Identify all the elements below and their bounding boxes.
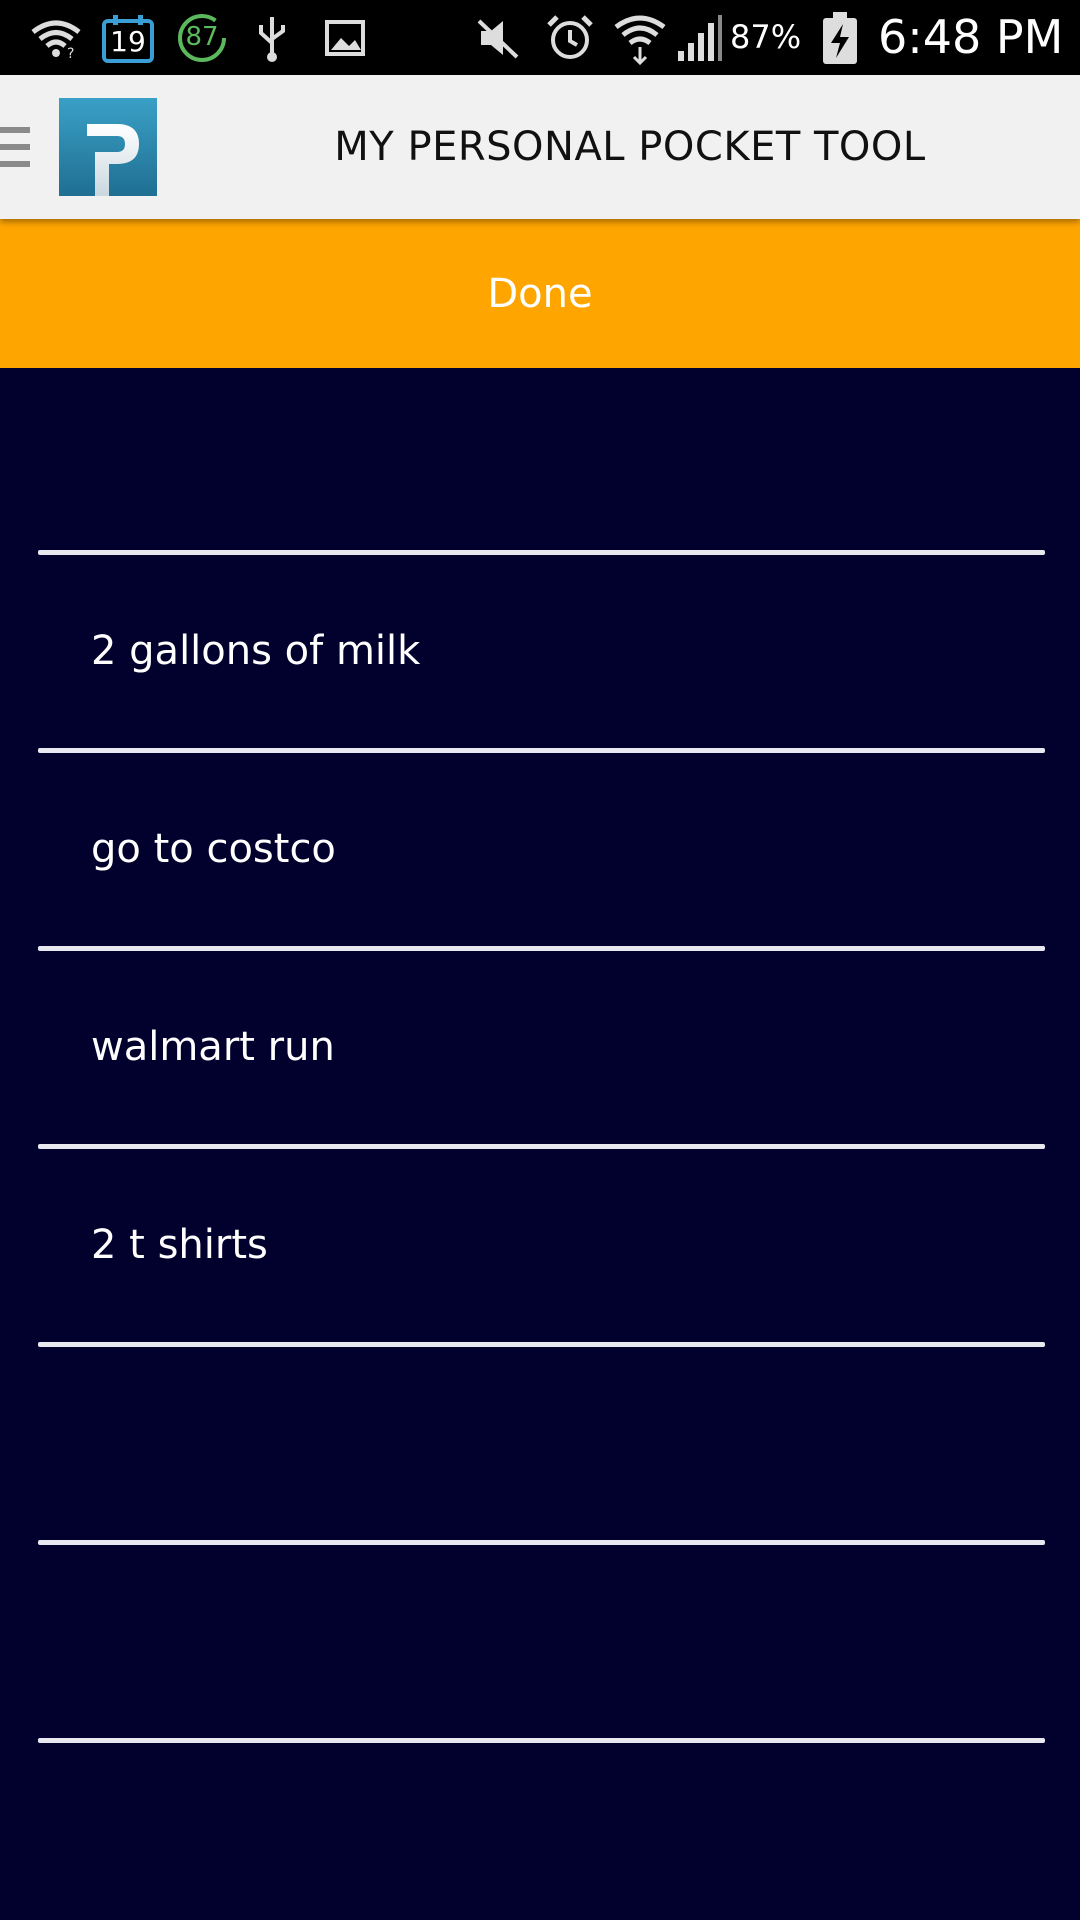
list-item[interactable] (38, 368, 1045, 561)
list-item[interactable]: walmart run (38, 951, 1045, 1144)
wifi-notification-icon: ? (28, 0, 84, 75)
mute-icon (470, 0, 526, 75)
app-logo[interactable] (59, 98, 157, 196)
badge-number-text: 87 (185, 22, 219, 52)
hamburger-icon[interactable] (0, 127, 30, 167)
list-item-text: walmart run (91, 1024, 335, 1070)
divider (38, 1738, 1045, 1743)
image-icon (320, 0, 370, 75)
svg-text:?: ? (67, 46, 74, 60)
status-time: 6:48 PM (878, 10, 1064, 64)
done-button-label: Done (487, 270, 593, 317)
done-button[interactable]: Done (0, 219, 1080, 368)
note-list: 2 gallons of milk go to costco walmart r… (0, 368, 1080, 1920)
wifi-icon (610, 0, 670, 75)
list-item[interactable] (38, 1347, 1045, 1540)
battery-charging-icon (818, 0, 862, 75)
app-header: MY PERSONAL POCKET TOOL (0, 75, 1080, 219)
battery-percent-text: 87% (730, 18, 802, 56)
calendar-day-text: 19 (110, 25, 146, 58)
status-bar: ? 19 87 87% 6:48 PM (0, 0, 1080, 75)
list-item[interactable]: go to costco (38, 753, 1045, 946)
list-item[interactable] (38, 1545, 1045, 1738)
signal-icon (672, 0, 726, 75)
list-item[interactable]: 2 t shirts (38, 1149, 1045, 1342)
list-item-text: go to costco (91, 826, 336, 872)
alarm-icon (542, 0, 598, 75)
list-item[interactable]: 2 gallons of milk (38, 555, 1045, 748)
list-item-text: 2 gallons of milk (91, 628, 421, 674)
page-title: MY PERSONAL POCKET TOOL (334, 124, 926, 170)
usb-icon (250, 0, 294, 75)
list-item-text: 2 t shirts (91, 1222, 268, 1268)
